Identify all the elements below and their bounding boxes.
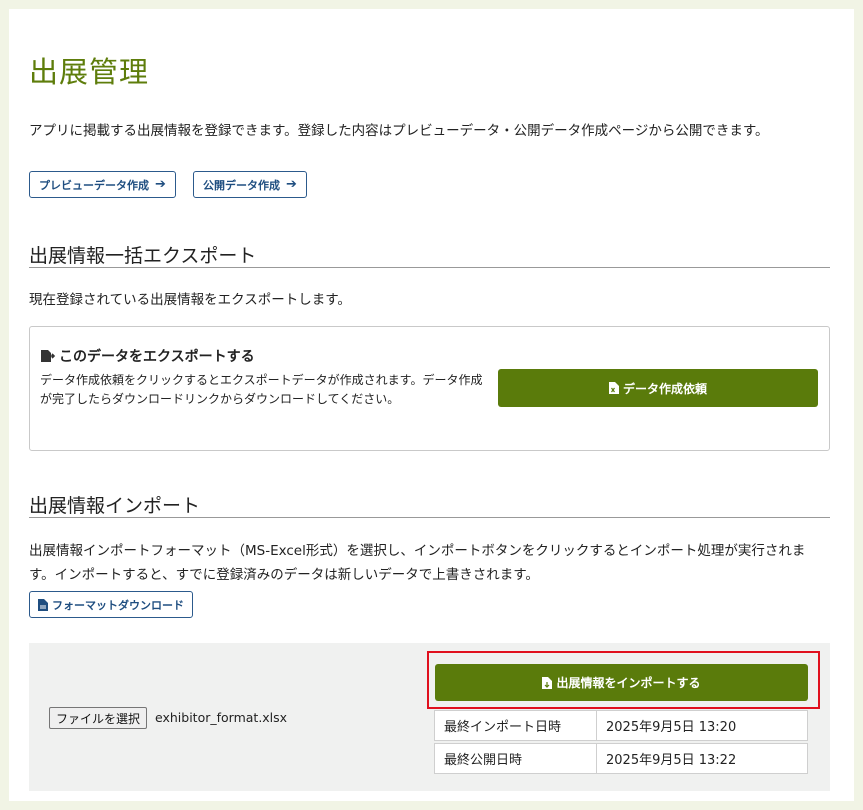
page-intro: アプリに掲載する出展情報を登録できます。登録した内容はプレビューデータ・公開デー… (29, 123, 769, 139)
export-card-heading-text: このデータをエクスポートする (59, 349, 255, 365)
export-card-text: データ作成依頼をクリックするとエクスポートデータが作成されます。データ作成が完了… (40, 373, 483, 406)
import-section-title: 出展情報インポート (29, 495, 201, 517)
file-icon (38, 598, 48, 611)
data-request-button[interactable]: データ作成依頼 (498, 369, 818, 407)
last-publish-label: 最終公開日時 (435, 744, 597, 773)
export-section-title: 出展情報一括エクスポート (29, 245, 257, 267)
last-import-value: 2025年9月5日 13:20 (606, 720, 737, 735)
choose-file-button[interactable]: ファイルを選択 (49, 707, 148, 729)
public-data-label: 公開データ作成 (203, 178, 280, 192)
arrow-right-icon: ➔ (286, 177, 297, 192)
import-section-divider (29, 517, 830, 518)
export-card: このデータをエクスポートする データ作成依頼をクリックするとエクスポートデータが… (29, 326, 830, 451)
public-data-button[interactable]: 公開データ作成 ➔ (193, 171, 307, 198)
arrow-right-icon: ➔ (155, 177, 166, 192)
export-section-divider (29, 267, 830, 268)
export-card-heading: このデータをエクスポートする (40, 346, 255, 366)
export-description: 現在登録されている出展情報をエクスポートします。 (29, 292, 351, 308)
info-row-last-import: 最終インポート日時 2025年9月5日 13:20 (434, 710, 808, 741)
preview-data-button[interactable]: プレビューデータ作成 ➔ (29, 171, 176, 198)
last-import-label: 最終インポート日時 (435, 711, 597, 740)
format-download-button[interactable]: フォーマットダウンロード (29, 591, 193, 618)
import-description: 出展情報インポートフォーマット（MS-Excel形式）を選択し、インポートボタン… (29, 543, 806, 583)
info-row-last-publish: 最終公開日時 2025年9月5日 13:22 (434, 743, 808, 774)
selected-file-name: exhibitor_format.xlsx (155, 710, 288, 725)
import-button-highlight (427, 651, 820, 709)
page-title: 出展管理 (29, 55, 150, 89)
data-request-label: データ作成依頼 (622, 381, 707, 396)
import-info-table: 最終インポート日時 2025年9月5日 13:20 最終公開日時 2025年9月… (434, 710, 808, 776)
import-area: ファイルを選択 exhibitor_format.xlsx 出展情報をインポート… (29, 643, 830, 791)
excel-file-icon (608, 382, 619, 394)
main-panel: 出展管理 アプリに掲載する出展情報を登録できます。登録した内容はプレビューデータ… (9, 9, 854, 801)
preview-data-label: プレビューデータ作成 (39, 178, 149, 192)
last-publish-value: 2025年9月5日 13:22 (606, 753, 737, 768)
format-download-label: フォーマットダウンロード (52, 598, 184, 612)
file-export-icon (41, 350, 56, 362)
